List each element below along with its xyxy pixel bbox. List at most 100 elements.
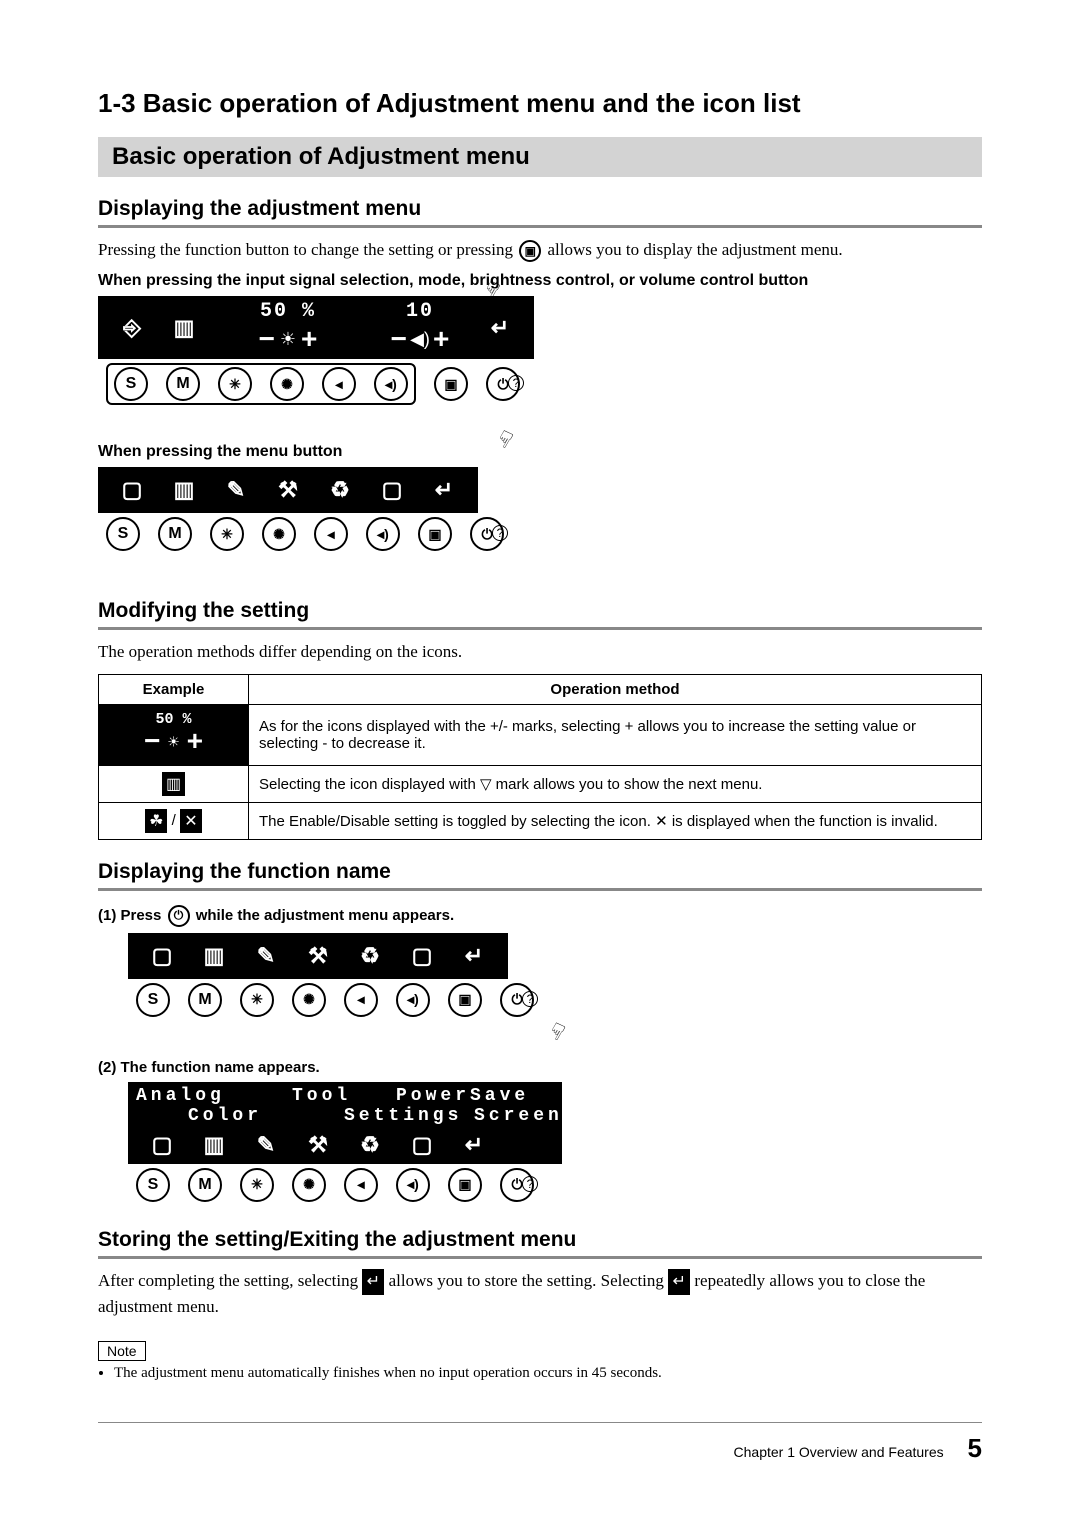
return-icon-inline: ↵ <box>362 1269 384 1295</box>
m-button[interactable]: M <box>188 983 222 1017</box>
settings-icon: ⚒ <box>292 1126 344 1164</box>
label-screen: Screen <box>474 1106 554 1126</box>
s-button[interactable]: S <box>136 983 170 1017</box>
vol-high-button[interactable]: ◂) <box>374 367 408 401</box>
s-button[interactable]: S <box>106 517 140 551</box>
method-text: The Enable/Disable setting is toggled by… <box>249 802 982 839</box>
footer-chapter: Chapter 1 Overview and Features <box>734 1444 944 1460</box>
example-toggle: ☘ / ✕ <box>99 802 249 839</box>
bright-up-button[interactable]: ✺ <box>292 983 326 1017</box>
vol-low-button[interactable]: ◂ <box>344 983 378 1017</box>
heading-bar: Basic operation of Adjustment menu <box>98 137 982 177</box>
color-icon: ▥ <box>188 937 240 975</box>
screen-icon: ▢ <box>136 937 188 975</box>
th-method: Operation method <box>249 674 982 704</box>
label-color: Color <box>188 1106 292 1126</box>
bright-up-button[interactable]: ✺ <box>270 367 304 401</box>
vol-high-button[interactable]: ◂) <box>396 983 430 1017</box>
menu-button[interactable]: ▣ <box>448 1168 482 1202</box>
m-button[interactable]: M <box>158 517 192 551</box>
settings-icon: ⚒ <box>292 937 344 975</box>
page-footer: Chapter 1 Overview and Features 5 <box>98 1422 982 1464</box>
display-menu-text: Pressing the function button to change t… <box>98 238 982 262</box>
example-value: 50 % <box>109 711 238 728</box>
color-icon: ▥ <box>188 1126 240 1164</box>
hand-pointer-icon: ☟ <box>492 425 954 707</box>
menu-button[interactable]: ▣ <box>434 367 468 401</box>
footer-page-number: 5 <box>968 1433 982 1463</box>
table-row: ▥ Selecting the icon displayed with ▽ ma… <box>99 765 982 802</box>
return-icon: ↵ <box>448 1126 500 1164</box>
button-row: S M ✳ ✺ ◂ ◂) ▣ ⏻ ? <box>128 1168 982 1202</box>
s-button[interactable]: S <box>136 1168 170 1202</box>
minus-icon: − <box>259 323 275 355</box>
heading-main: 1-3 Basic operation of Adjustment menu a… <box>98 88 982 119</box>
storing-text: After completing the setting, selecting … <box>98 1269 982 1319</box>
return-icon: ↵ <box>448 937 500 975</box>
line-signal-press: When pressing the input signal selection… <box>98 272 982 290</box>
step1-b: while the adjustment menu appears. <box>196 907 454 924</box>
power-icon-inline: ⏻ <box>168 905 190 927</box>
vol-icon: ◀) <box>409 329 431 350</box>
return-icon-inline: ↵ <box>668 1269 690 1295</box>
help-icon: ? <box>508 375 524 391</box>
table-row: 50 % − ☀ + As for the icons displayed wi… <box>99 704 982 765</box>
label-settings: Settings <box>344 1106 474 1126</box>
help-icon: ? <box>522 1176 538 1192</box>
method-text: As for the icons displayed with the +/- … <box>249 704 982 765</box>
step-1: (1) Press ⏻ while the adjustment menu ap… <box>98 905 982 927</box>
monitor-icon: ▥ <box>162 772 185 796</box>
step1-a: (1) Press <box>98 907 166 924</box>
tool-icon: ✎ <box>240 937 292 975</box>
volume-value: 10 <box>406 300 434 323</box>
vol-low-button[interactable]: ◂ <box>322 367 356 401</box>
bright-dim-button[interactable]: ✳ <box>240 983 274 1017</box>
osd-bar-step1: ▢ ▥ ✎ ⚒ ♻ ▢ ↵ <box>128 933 508 979</box>
label-powersave: PowerSave <box>396 1086 500 1106</box>
example-nabla: ▥ <box>99 765 249 802</box>
screen-icon: ▢ <box>136 1126 188 1164</box>
button-row: S M ✳ ✺ ◂ ◂) ▣ ⏻ ? <box>98 363 982 405</box>
bright-dim-button[interactable]: ✳ <box>240 1168 274 1202</box>
brightness-value: 50 % <box>260 300 316 323</box>
m-button[interactable]: M <box>166 367 200 401</box>
menu-button[interactable]: ▣ <box>418 517 452 551</box>
example-brightness: 50 % − ☀ + <box>99 704 249 765</box>
note-item: The adjustment menu automatically finish… <box>114 1365 982 1382</box>
operation-table: Example Operation method 50 % − ☀ + As f… <box>98 674 982 840</box>
method-text: Selecting the icon displayed with ▽ mark… <box>249 765 982 802</box>
bright-dim-button[interactable]: ✳ <box>218 367 252 401</box>
vol-high-button[interactable]: ◂) <box>396 1168 430 1202</box>
screen2-icon: ▢ <box>396 1126 448 1164</box>
menu-icon-inline: ▣ <box>519 240 541 262</box>
text-b: allows you to display the adjustment men… <box>548 240 843 259</box>
vol-low-button[interactable]: ◂ <box>314 517 348 551</box>
cross-icon: ✕ <box>180 809 202 833</box>
button-row: S M ✳ ✺ ◂ ◂) ▣ ⏻ ? <box>128 983 982 1017</box>
th-example: Example <box>99 674 249 704</box>
osd-bar-menu: ▢ ▥ ✎ ⚒ ♻ ▢ ↵ <box>98 467 478 513</box>
bright-up-button[interactable]: ✺ <box>292 1168 326 1202</box>
cross-inline: ✕ <box>655 813 668 830</box>
bright-up-button[interactable]: ✺ <box>262 517 296 551</box>
bright-dim-button[interactable]: ✳ <box>210 517 244 551</box>
vol-plus-icon: + <box>433 323 449 355</box>
help-icon: ? <box>492 525 508 541</box>
plus-icon: + <box>187 728 204 759</box>
step-2: (2) The function name appears. <box>98 1059 982 1076</box>
note-label: Note <box>98 1341 146 1361</box>
storing-a: After completing the setting, selecting <box>98 1271 362 1290</box>
osd-bar-labeled: Analog Tool PowerSave Color Settings Scr… <box>128 1082 562 1164</box>
vol-low-button[interactable]: ◂ <box>344 1168 378 1202</box>
menu-button[interactable]: ▣ <box>448 983 482 1017</box>
osd-bar-signal: ⎆ ▥ 50 % − ☀ + 10 − ◀) + ↵ <box>98 296 534 359</box>
subheading-storing: Storing the setting/Exiting the adjustme… <box>98 1228 982 1259</box>
screen2-icon: ▢ <box>396 937 448 975</box>
vol-minus-icon: − <box>391 323 407 355</box>
plus-icon: + <box>301 323 317 355</box>
screen-icon: ▢ <box>106 471 158 509</box>
vol-high-button[interactable]: ◂) <box>366 517 400 551</box>
tool-icon: ✎ <box>210 471 262 509</box>
s-button[interactable]: S <box>114 367 148 401</box>
m-button[interactable]: M <box>188 1168 222 1202</box>
